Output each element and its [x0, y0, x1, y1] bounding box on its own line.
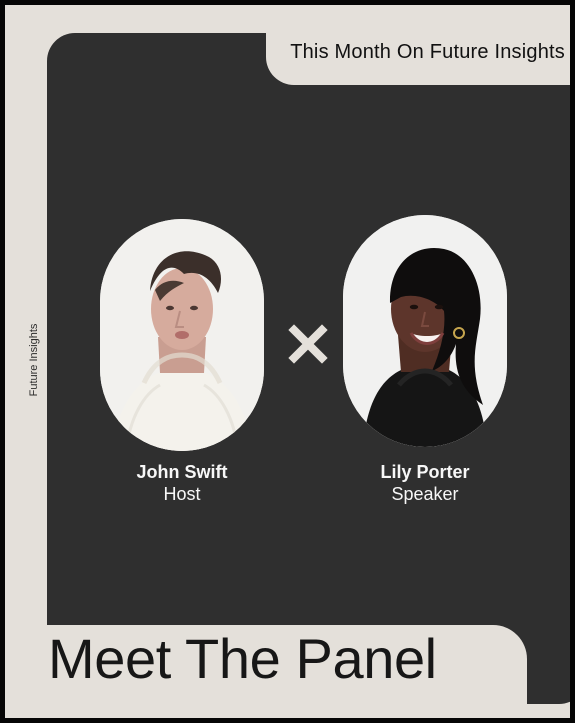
cross-icon — [288, 324, 328, 364]
john-swift-name: John Swift — [136, 462, 228, 482]
lily-porter-photo — [343, 215, 507, 447]
event-poster: This Month On Future Insights Future Ins… — [5, 5, 570, 718]
lily-porter-role: Speaker — [391, 484, 459, 504]
header-tag: This Month On Future Insights — [290, 41, 565, 63]
lily-porter-name: Lily Porter — [380, 462, 470, 482]
john-swift-photo — [100, 219, 264, 451]
john-swift-role: Host — [163, 484, 201, 504]
poster-title: Meet The Panel — [48, 627, 437, 690]
side-brand-label: Future Insights — [28, 323, 40, 397]
john-swift-label: John Swift Host — [97, 461, 267, 505]
lily-porter-label: Lily Porter Speaker — [340, 461, 510, 505]
